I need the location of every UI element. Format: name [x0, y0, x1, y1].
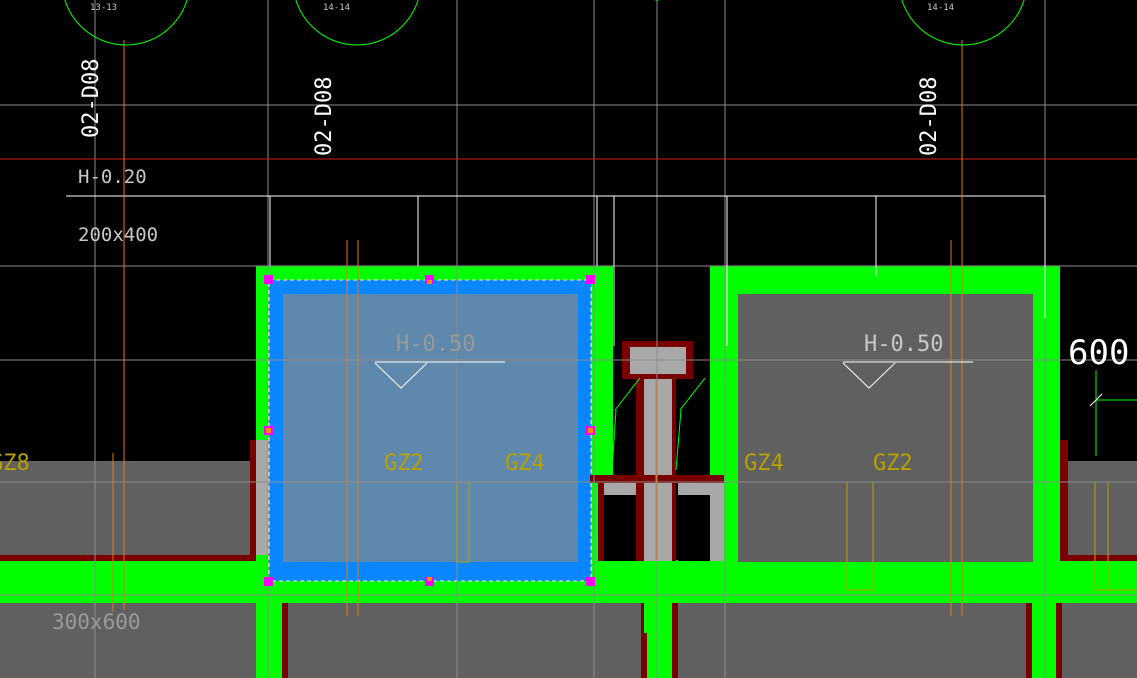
column-tag-gz4-left[interactable]: GZ4	[505, 451, 545, 476]
shaft-col-br	[710, 483, 726, 561]
section-label-2: 14-14	[323, 3, 350, 13]
column-tag-gz8[interactable]: GZ8	[0, 451, 30, 476]
grip-mid-left-accent	[266, 428, 271, 433]
slab-right-band	[1068, 461, 1137, 555]
column-bottom-5	[1056, 603, 1062, 678]
detail-ref-2[interactable]: 02-D08	[312, 77, 337, 156]
selected-slab[interactable]	[268, 279, 592, 582]
column-right-band	[1060, 440, 1068, 561]
section-label-3: 14-14	[927, 3, 954, 13]
slab-left-band	[0, 461, 250, 555]
column-bottom-3	[672, 603, 678, 678]
beam-size-label[interactable]: 200x400	[78, 224, 158, 246]
column-bottom-4	[1026, 603, 1032, 678]
beam-elevation-label[interactable]: H-0.20	[78, 166, 147, 188]
grip-bottom-left[interactable]	[264, 577, 273, 586]
column-left-band	[250, 440, 256, 561]
shaft-cross-light-left	[604, 483, 636, 495]
shaft-column-inner	[644, 379, 672, 561]
shaft-void-top	[613, 266, 710, 346]
shaft-void-bottom-right	[678, 495, 710, 561]
grip-top-right[interactable]	[586, 275, 595, 284]
slab-elevation-left-text: H-0.50	[396, 332, 475, 357]
shaft-col-bl	[598, 483, 604, 561]
slab-bottom-mid-right	[678, 603, 1026, 678]
shaft-wall-bottom	[641, 561, 671, 603]
cad-drawing-canvas[interactable]: 13-13 14-14 14-14 02-D08 02-D08 02-D08 H…	[0, 0, 1137, 678]
beam-left-band-edge	[0, 555, 256, 561]
shaft-void-bottom-left	[604, 495, 636, 561]
beam-right-band-edge	[1062, 555, 1137, 561]
detail-ref-3[interactable]: 02-D08	[917, 77, 942, 156]
column-tag-gz4-right[interactable]: GZ4	[744, 451, 784, 476]
column-bottom-1	[282, 603, 288, 678]
slab-bottom-mid-left	[288, 603, 641, 678]
slab-elevation-right-text: H-0.50	[864, 332, 943, 357]
grip-top-left[interactable]	[264, 275, 273, 284]
grip-top-mid-accent	[427, 280, 432, 284]
slab-bottom-right	[1062, 603, 1137, 678]
bottom-beam-size-label[interactable]: 300x600	[52, 610, 141, 634]
grip-bottom-right[interactable]	[586, 577, 595, 586]
shaft-cross-light-right	[678, 483, 710, 495]
column-tag-gz2-left[interactable]: GZ2	[384, 451, 424, 476]
dimension-value: 600	[1068, 333, 1129, 373]
grip-mid-right-accent	[588, 428, 593, 433]
column-tag-gz2-right[interactable]: GZ2	[873, 451, 913, 476]
shaft-wall-bottom-2	[644, 603, 672, 633]
detail-ref-1[interactable]: 02-D08	[79, 59, 104, 138]
grip-bottom-mid-accent	[427, 577, 432, 581]
section-label-1: 13-13	[90, 3, 117, 13]
